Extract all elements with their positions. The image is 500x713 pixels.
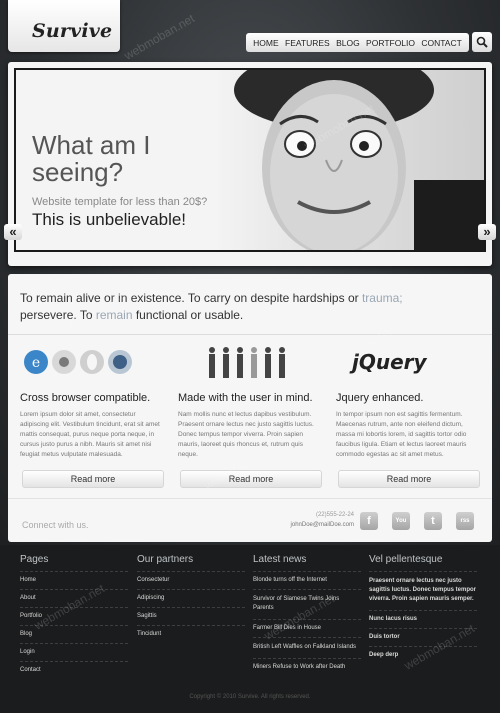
twitter-icon[interactable]: t [424,512,442,530]
logo-tab[interactable]: Survive [8,0,120,52]
news-link[interactable]: Survivor of Siamese Twins Joins Parents [253,589,361,619]
footer-link[interactable]: Tincidunt [137,625,245,643]
footer-heading: Latest news [253,554,307,565]
jquery-icon: jQuery [336,346,482,380]
jquery-logo: jQuery [352,350,427,374]
browser-icons: e [20,346,166,380]
slide-title: What am I seeing? [32,130,151,187]
read-more-button[interactable]: Read more [22,470,164,488]
footer-link[interactable]: Sagittis [137,607,245,625]
nav-portfolio[interactable]: PORTFOLIO [366,38,415,48]
footer-link[interactable]: Adipiscing [137,589,245,607]
content-panel: To remain alive or in existence. To carr… [8,274,492,542]
slide-subtitle: Website template for less than 20$? [32,196,208,208]
news-link[interactable]: British Left Waffles on Falkland Islands [253,637,361,658]
footer-link[interactable]: Login [20,643,128,661]
footer-link[interactable]: Home [20,571,128,589]
footer-link[interactable]: Contact [20,661,128,679]
feature-title: Made with the user in mind. [178,392,313,404]
site-logo[interactable]: Survive [32,20,112,42]
nav-contact[interactable]: CONTACT [421,38,461,48]
footer-link[interactable]: About [20,589,128,607]
divider [8,334,492,335]
main-nav: HOME FEATURES BLOG PORTFOLIO CONTACT [246,33,469,52]
hero-slider: What am I seeing? Website template for l… [8,62,492,266]
footer-heading: Pages [20,554,49,565]
hero-slide: What am I seeing? Website template for l… [14,68,486,252]
footer-link[interactable]: Duis tortor [369,628,477,646]
chrome-icon [52,350,76,374]
hero-portrait-image [214,70,484,250]
footer-pages: Pages Home About Portfolio Blog Login Co… [20,554,128,679]
feature-text: Nam mollis nunc et lectus dapibus vestib… [178,411,314,458]
footer-link[interactable]: Portfolio [20,607,128,625]
slide-tagline: This is unbelievable! [32,210,187,229]
footer-link[interactable]: Blog [20,625,128,643]
face-illustration [234,70,484,250]
nav-features[interactable]: FEATURES [285,38,330,48]
search-button[interactable] [472,32,492,52]
email-link[interactable]: johnDoe@mailDoe.com [268,522,354,528]
footer-link[interactable]: Deep derp [369,646,477,664]
intro-text: To remain alive or in existence. To carr… [20,291,403,322]
divider [8,498,492,499]
search-icon [476,36,488,48]
footer-misc: Vel pellentesque Praesent ornare lectus … [369,554,477,664]
slider-prev-button[interactable]: « [4,224,22,240]
read-more-button[interactable]: Read more [180,470,322,488]
feature-text: Lorem ipsum dolor sit amet, consectetur … [20,411,160,458]
phone-number: (22)555-22-24 [315,512,354,518]
users-icon [178,346,324,380]
feature-title: Jquery enhanced. [336,392,424,404]
news-link[interactable]: Farmer Bill Dies in House [253,619,361,637]
svg-text:e: e [32,355,40,371]
feature-column-jquery: jQuery Jquery enhanced. In tempor ipsum … [336,346,482,460]
copyright: Copyright © 2010 Survive. All rights res… [189,694,311,700]
intro-highlight[interactable]: remain [96,308,133,322]
connect-label: Connect with us. [22,520,89,530]
footer-heading: Our partners [137,554,194,565]
footer-text: Praesent ornare lectus nec justo sagitti… [369,571,477,610]
rss-icon[interactable]: rss [456,512,474,530]
news-link[interactable]: Blonde turns off the Internet [253,571,361,589]
nav-blog[interactable]: BLOG [336,38,360,48]
feature-title: Cross browser compatible. [20,392,151,404]
footer-link[interactable]: Nunc lacus risus [369,610,477,628]
feature-column-browsers: e Cross browser compatible. Lorem ipsum … [20,346,166,460]
footer-partners: Our partners Consectetur Adipiscing Sagi… [137,554,245,643]
slider-next-button[interactable]: » [478,224,496,240]
footer-link[interactable]: Consectetur [137,571,245,589]
footer-heading: Vel pellentesque [369,554,443,565]
youtube-icon[interactable]: You [392,512,410,530]
news-link[interactable]: Miners Refuse to Work after Death [253,658,361,676]
nav-home[interactable]: HOME [253,38,279,48]
opera-icon [80,350,104,374]
feature-column-users: Made with the user in mind. Nam mollis n… [178,346,324,460]
intro-highlight[interactable]: trauma; [362,291,403,305]
feature-text: In tempor ipsum non est sagittis ferment… [336,411,467,458]
ie-icon: e [24,350,48,374]
read-more-button[interactable]: Read more [338,470,480,488]
footer-news: Latest news Blonde turns off the Interne… [253,554,361,676]
firefox-icon [108,350,132,374]
facebook-icon[interactable]: f [360,512,378,530]
